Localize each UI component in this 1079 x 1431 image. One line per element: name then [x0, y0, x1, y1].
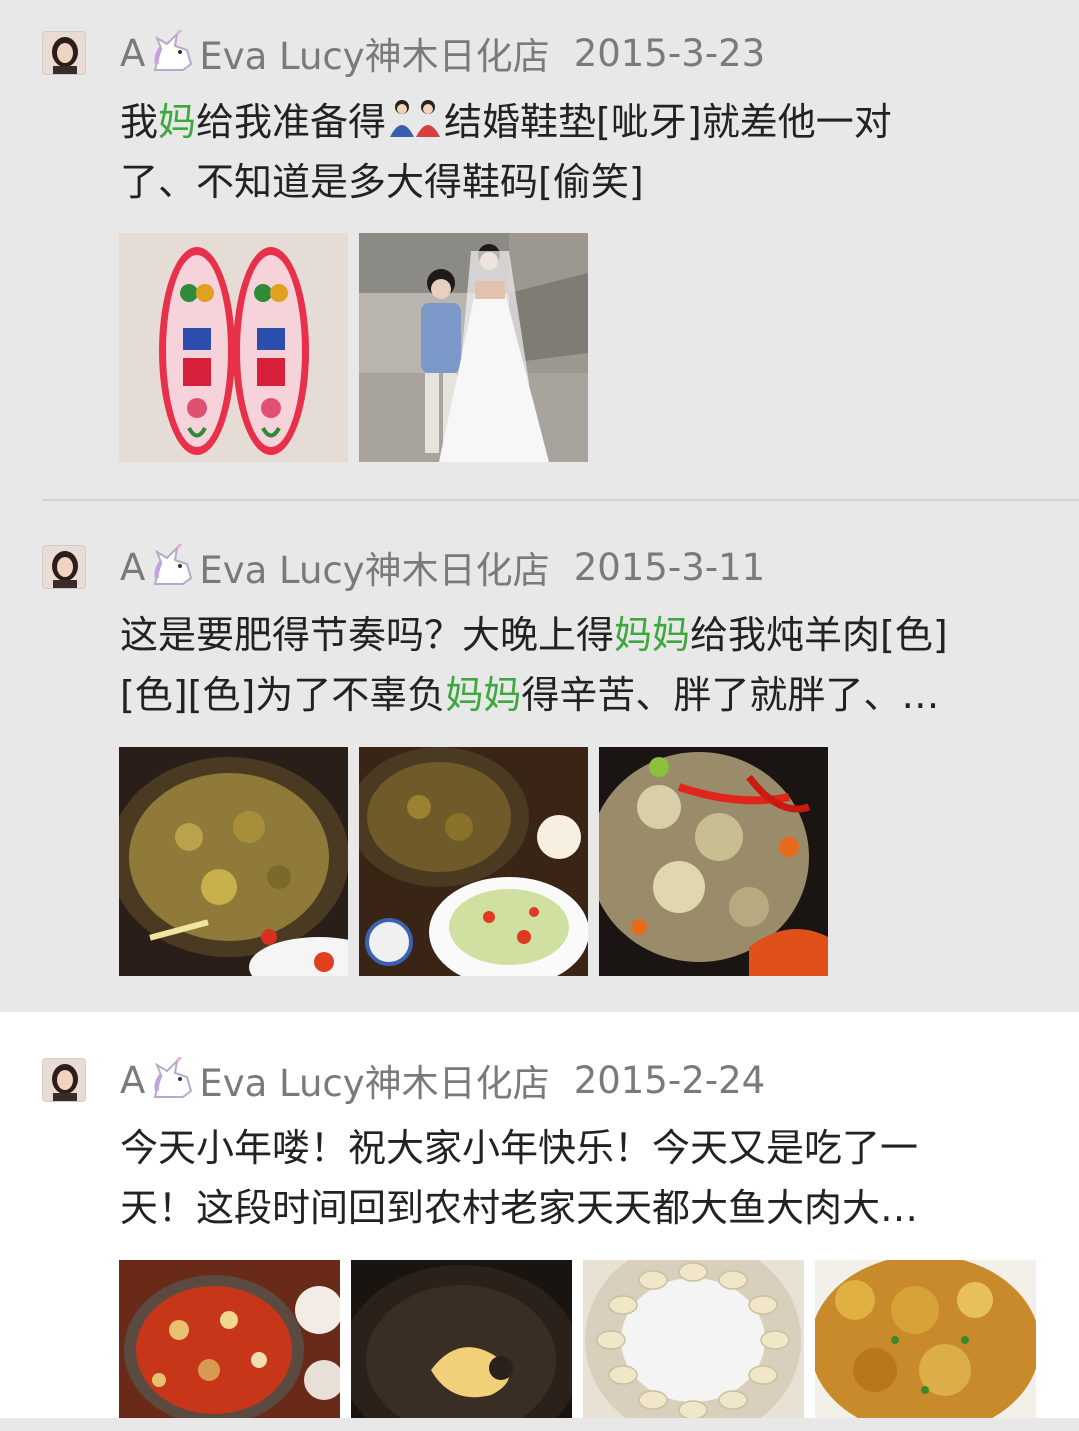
post-text[interactable]: 今天小年喽！祝大家小年快乐！今天又是吃了一 天！这段时间回到农村老家天天都大鱼大… [120, 1118, 1050, 1238]
post-3[interactable]: A Eva Lucy神木日化店 2015-2-24 今天小年喽！祝大家小年快乐！… [0, 1012, 1079, 1418]
text-segment: [色][色]为了不辜负 [120, 673, 446, 717]
text-segment: 了、不知道是多大得鞋码[偷笑] [120, 160, 644, 204]
post-text[interactable]: 我妈给我准备得 结婚鞋垫[呲牙]就差他一对 了、不知道是多大得鞋码[偷笑] [120, 92, 1050, 212]
text-segment: 我 [120, 100, 159, 144]
couple-dolls-icon [390, 100, 441, 137]
author-name[interactable]: Eva Lucy神木日化店 [199, 26, 549, 80]
unicorn-icon [154, 544, 193, 585]
highlight-keyword[interactable]: 妈妈 [445, 673, 521, 717]
post-2[interactable]: A Eva Lucy神木日化店 2015-3-11 这是要肥得节奏吗？大晚上得妈… [0, 501, 1079, 1012]
highlight-keyword[interactable]: 妈妈 [614, 613, 690, 657]
post-text[interactable]: 这是要肥得节奏吗？大晚上得妈妈给我炖羊肉[色] [色][色]为了不辜负妈妈得辛苦… [120, 605, 1050, 725]
text-segment: 今天小年喽！祝大家小年快乐！今天又是吃了一 [120, 1126, 919, 1170]
post-meta: A Eva Lucy神木日化店 2015-3-23 [120, 28, 765, 78]
text-segment: 天！这段时间回到农村老家天天都大鱼大肉大… [120, 1186, 919, 1230]
post-meta: A Eva Lucy神木日化店 2015-2-24 [120, 1055, 765, 1105]
unicorn-icon [154, 30, 193, 71]
author-name-prefix[interactable]: A [120, 1059, 145, 1102]
photo-lamb-stew[interactable] [119, 747, 348, 976]
text-segment: 给我炖羊肉[色] [690, 613, 948, 657]
photo-dumplings[interactable] [583, 1260, 804, 1418]
avatar[interactable] [42, 545, 86, 589]
highlight-keyword[interactable]: 妈 [158, 100, 196, 144]
unicorn-icon [154, 1057, 193, 1098]
post-date: 2015-3-11 [573, 545, 766, 589]
post-1[interactable]: A Eva Lucy神木日化店 2015-3-23 我妈给我准备得 结婚鞋垫[呲牙… [0, 0, 1079, 500]
author-name-prefix[interactable]: A [120, 32, 145, 75]
bottom-edge [0, 1418, 1079, 1431]
text-segment: 这是要肥得节奏吗？大晚上得 [120, 613, 615, 657]
post-meta: A Eva Lucy神木日化店 2015-3-11 [120, 542, 765, 592]
author-name[interactable]: Eva Lucy神木日化店 [199, 1053, 549, 1107]
text-segment: 结婚鞋垫[呲牙]就差他一对 [444, 100, 892, 144]
avatar[interactable] [42, 31, 86, 75]
photo-lamb-and-salad[interactable] [359, 747, 588, 976]
photo-pancake[interactable] [351, 1260, 572, 1418]
photo-fried-chicken[interactable] [815, 1260, 1036, 1418]
avatar[interactable] [42, 1058, 86, 1102]
photo-hotpot[interactable] [119, 1260, 340, 1418]
post-date: 2015-3-23 [573, 31, 766, 75]
text-segment: 得辛苦、胖了就胖了、… [521, 673, 940, 717]
photo-couple[interactable] [359, 233, 588, 462]
photo-lamb-closeup[interactable] [599, 747, 828, 976]
photo-insoles[interactable] [119, 233, 348, 462]
author-name[interactable]: Eva Lucy神木日化店 [199, 540, 549, 594]
text-segment: 给我准备得 [196, 100, 387, 144]
author-name-prefix[interactable]: A [120, 546, 145, 589]
post-date: 2015-2-24 [573, 1058, 766, 1102]
